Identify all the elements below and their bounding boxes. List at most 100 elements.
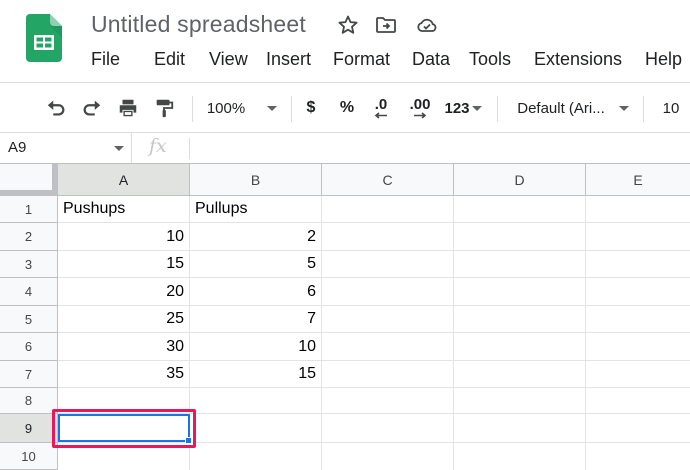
document-title[interactable]: Untitled spreadsheet — [91, 11, 306, 38]
cell-b5[interactable]: 7 — [190, 306, 322, 333]
cell-b7[interactable]: 15 — [190, 361, 322, 388]
menu-insert[interactable]: Insert — [266, 49, 333, 70]
cell-e3[interactable] — [586, 251, 690, 278]
cell-a6[interactable]: 30 — [58, 333, 190, 361]
cell-a1[interactable]: Pushups — [58, 196, 190, 223]
arrow-left-icon — [374, 111, 387, 119]
redo-icon[interactable] — [78, 86, 106, 130]
cell-c6[interactable] — [322, 333, 454, 361]
menu-tools[interactable]: Tools — [469, 49, 534, 70]
column-header-a[interactable]: A — [58, 164, 190, 196]
menu-help[interactable]: Help — [645, 49, 682, 70]
row-header-10[interactable]: 10 — [0, 443, 58, 470]
cell-d2[interactable] — [454, 223, 586, 251]
cell-b3[interactable]: 5 — [190, 251, 322, 278]
font-select[interactable]: Default (Ari... — [510, 86, 636, 130]
more-formats-button[interactable]: 123 — [440, 86, 486, 130]
cell-b9[interactable] — [190, 414, 322, 443]
cell-d4[interactable] — [454, 278, 586, 306]
cell-e4[interactable] — [586, 278, 690, 306]
cell-c8[interactable] — [322, 388, 454, 414]
cell-a2[interactable]: 10 — [58, 223, 190, 251]
cell-e1[interactable] — [586, 196, 690, 223]
row-header-8[interactable]: 8 — [0, 388, 58, 414]
select-all-corner[interactable] — [0, 164, 58, 196]
cell-d6[interactable] — [454, 333, 586, 361]
cell-c9[interactable] — [322, 414, 454, 443]
cell-e8[interactable] — [586, 388, 690, 414]
menu-edit[interactable]: Edit — [154, 49, 209, 70]
toolbar-separator — [643, 96, 644, 122]
name-box[interactable]: A9 — [0, 133, 132, 164]
row-header-6[interactable]: 6 — [0, 333, 58, 361]
name-box-value: A9 — [8, 139, 27, 156]
cell-e2[interactable] — [586, 223, 690, 251]
freeze-row-handle[interactable] — [0, 190, 57, 195]
menu-view[interactable]: View — [209, 49, 266, 70]
cell-b1[interactable]: Pullups — [190, 196, 322, 223]
move-to-folder-icon[interactable] — [374, 13, 400, 39]
arrow-right-icon — [414, 111, 427, 119]
row-header-5[interactable]: 5 — [0, 306, 58, 333]
row-header-3[interactable]: 3 — [0, 251, 58, 278]
cloud-saved-icon[interactable] — [415, 13, 441, 39]
cell-e5[interactable] — [586, 306, 690, 333]
chevron-down-icon — [267, 105, 278, 111]
menu-format[interactable]: Format — [333, 49, 412, 70]
cell-c1[interactable] — [322, 196, 454, 223]
cell-b10[interactable] — [190, 443, 322, 470]
cell-c7[interactable] — [322, 361, 454, 388]
cell-a7[interactable]: 35 — [58, 361, 190, 388]
currency-format-button[interactable]: $ — [298, 86, 324, 130]
cell-c3[interactable] — [322, 251, 454, 278]
cell-c4[interactable] — [322, 278, 454, 306]
cell-b4[interactable]: 6 — [190, 278, 322, 306]
cell-c2[interactable] — [322, 223, 454, 251]
column-header-d[interactable]: D — [454, 164, 586, 196]
print-icon[interactable] — [114, 86, 142, 130]
cell-d7[interactable] — [454, 361, 586, 388]
menu-bar: File Edit View Insert Format Data Tools … — [91, 49, 682, 70]
cell-c5[interactable] — [322, 306, 454, 333]
row-header-1[interactable]: 1 — [0, 196, 58, 223]
undo-icon[interactable] — [42, 86, 70, 130]
cell-d10[interactable] — [454, 443, 586, 470]
font-name: Default (Ari... — [517, 99, 605, 117]
row-header-9[interactable]: 9 — [0, 414, 58, 443]
star-icon[interactable] — [336, 13, 362, 39]
decrease-decimal-button[interactable]: .0 — [366, 86, 396, 130]
percent-format-button[interactable]: % — [334, 86, 360, 130]
cell-d1[interactable] — [454, 196, 586, 223]
font-size-select[interactable]: 10 — [656, 86, 686, 130]
cell-b8[interactable] — [190, 388, 322, 414]
sheets-logo-icon[interactable] — [26, 14, 62, 62]
increase-decimal-button[interactable]: .00 — [404, 86, 436, 130]
cell-d3[interactable] — [454, 251, 586, 278]
cell-b6[interactable]: 10 — [190, 333, 322, 361]
row-header-4[interactable]: 4 — [0, 278, 58, 306]
cell-d9[interactable] — [454, 414, 586, 443]
menu-extensions[interactable]: Extensions — [534, 49, 645, 70]
cell-b2[interactable]: 2 — [190, 223, 322, 251]
cell-e7[interactable] — [586, 361, 690, 388]
row-header-2[interactable]: 2 — [0, 223, 58, 251]
cell-d8[interactable] — [454, 388, 586, 414]
cell-a3[interactable]: 15 — [58, 251, 190, 278]
column-header-c[interactable]: C — [322, 164, 454, 196]
row-header-7[interactable]: 7 — [0, 361, 58, 388]
column-header-e[interactable]: E — [586, 164, 690, 196]
menu-data[interactable]: Data — [412, 49, 469, 70]
menu-file[interactable]: File — [91, 49, 154, 70]
paint-format-icon[interactable] — [150, 86, 178, 130]
function-icon: fx — [149, 135, 167, 157]
annotation-highlight-box — [52, 409, 196, 448]
cell-e10[interactable] — [586, 443, 690, 470]
zoom-select[interactable]: 100% — [202, 86, 282, 130]
cell-e9[interactable] — [586, 414, 690, 443]
cell-e6[interactable] — [586, 333, 690, 361]
cell-a4[interactable]: 20 — [58, 278, 190, 306]
cell-d5[interactable] — [454, 306, 586, 333]
cell-c10[interactable] — [322, 443, 454, 470]
column-header-b[interactable]: B — [190, 164, 322, 196]
cell-a5[interactable]: 25 — [58, 306, 190, 333]
